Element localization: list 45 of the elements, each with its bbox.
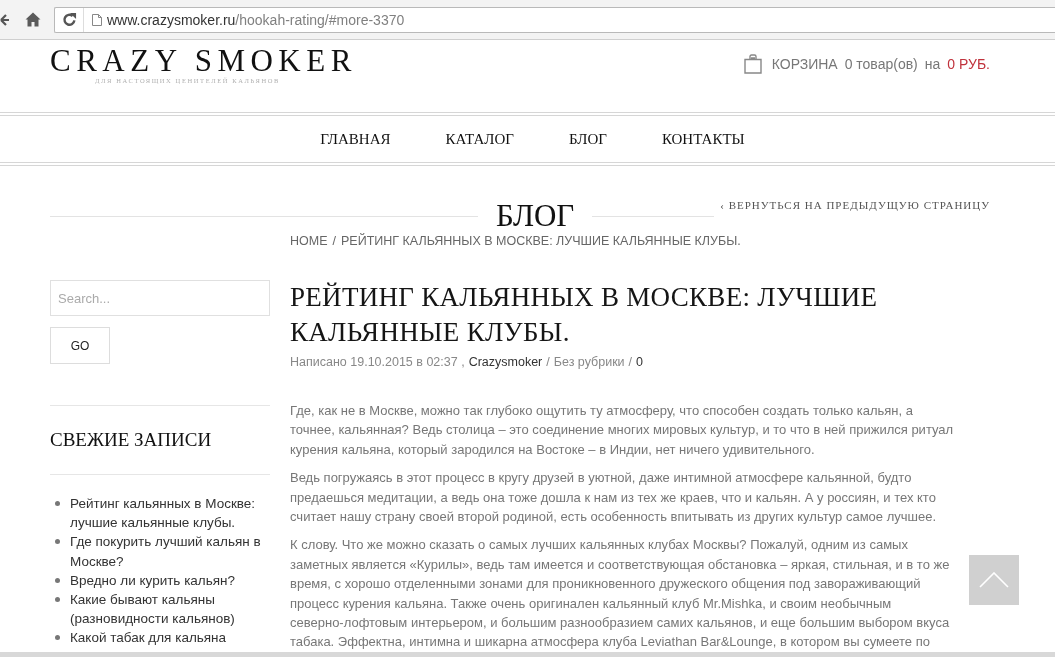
back-link[interactable]: ‹ ВЕРНУТЬСЯ НА ПРЕДЫДУЩУЮ СТРАНИЦУ — [720, 199, 990, 211]
recent-post-link[interactable]: Какие бывают кальяны (разновидности кальянов) — [70, 590, 268, 629]
breadcrumb-current-page: РЕЙТИНГ КАЛЬЯННЫХ В МОСКВЕ: ЛУЧШИЕ КАЛЬЯННЫЕ КЛУБЫ. — [341, 234, 741, 248]
bullet-icon — [55, 577, 60, 583]
url-text: www.crazysmoker.ru/hookah-rating/#more-3370 — [107, 11, 405, 28]
nav-link[interactable]: ГЛАВНАЯ — [320, 130, 391, 148]
cart-connector: на — [924, 56, 941, 72]
recent-post-link[interactable]: Рейтинг кальянных в Москве: лучшие кальянные клубы. — [70, 494, 268, 533]
meta-link[interactable]: 0 — [636, 353, 644, 371]
search-button[interactable]: GO — [50, 327, 110, 364]
meta-text: Написано 19.10.2015 в 02:37 , — [290, 354, 465, 371]
cart-total: 0 РУБ. — [947, 56, 990, 72]
reload-icon[interactable] — [62, 12, 77, 27]
nav-link[interactable]: КАТАЛОГ — [445, 130, 514, 148]
chevron-up-icon — [979, 572, 1009, 588]
home-icon[interactable] — [25, 12, 41, 27]
meta-link[interactable]: Crazysmoker — [468, 353, 543, 371]
breadcrumb-separator: / — [332, 234, 336, 248]
bullet-icon — [55, 539, 60, 545]
address-bar[interactable]: www.crazysmoker.ru/hookah-rating/#more-3370 — [54, 6, 1055, 33]
bullet-icon — [55, 501, 60, 506]
shopping-bag-icon[interactable] — [743, 54, 762, 74]
page-heading: БЛОГ — [494, 199, 576, 233]
search-field[interactable]: Search... — [50, 280, 270, 316]
sidebar-heading: СВЕЖИЕ ЗАПИСИ — [50, 428, 213, 452]
article-title: РЕЙТИНГ КАЛЬЯННЫХ В МОСКВЕ: ЛУЧШИЕ КАЛЬЯННЫЕ КЛУБЫ. — [290, 281, 879, 349]
bullet-icon — [55, 635, 60, 641]
article-paragraph: Ведь погружаясь в этот процесс в кругу друзей в уютной, даже интимной атмосфере кальянной, будто предаешься медитации, а ведь она тоже дошла к нам из тех же краев, что и кальян. А у россиян, и тех кто считает нашу страну своей второй родиной, есть особенность впитывать из других культур самое лучшее. — [290, 469, 938, 527]
recent-post-link[interactable]: Вредно ли курить кальян? — [70, 570, 268, 590]
cart-count: 0 товар(ов) — [844, 56, 918, 72]
bullet-icon — [55, 597, 60, 602]
meta-text: / — [546, 354, 550, 371]
cart-label[interactable]: КОРЗИНА — [771, 56, 838, 72]
recent-post-link[interactable]: Где покурить лучший кальян в Москве? — [70, 532, 268, 571]
breadcrumb-link[interactable]: HOME — [290, 234, 328, 248]
meta-text: Без рубрики — [553, 354, 625, 371]
nav-link[interactable]: БЛОГ — [569, 130, 607, 148]
article-paragraph: К слову. Что же можно сказать о самых лучших кальянных клубах Москвы? Пожалуй, одним из самых заметных является «Курилы», ведь там имеется и соответствующая обстановка – яркая, стильная, и в то же время, с хорошо отделенными зонами для проникновенного дружеского общения под завораживающий процесс курения кальяна. Также очень оригинален кальянный клуб Mr.Mishka, и своим необычным северно-лофтовым интерьером, и большим разнообразием самих кальянов, и еще большим выбором вкуса табака. Эффектна, интимна и шикарна атмосфера клуба Leviathan Bar&Lounge, в котором вы сумеете по — [290, 536, 951, 652]
recent-post-link[interactable]: Какой табак для кальяна — [70, 628, 268, 648]
meta-text: / — [628, 354, 633, 371]
article-paragraph: Где, как не в Москве, можно так глубоко ощутить ту атмосферу, что способен создать только кальян, а точнее, кальянная? Ведь столица – это соединение многих мировых культур, и то что в ней прижился ритуал курения кальяна, который зародился на Востоке – в Индии, нет ничего удивительного. — [290, 402, 955, 459]
nav-link[interactable]: КОНТАКТЫ — [661, 130, 745, 148]
page-icon — [92, 13, 102, 26]
back-arrow-icon[interactable] — [0, 12, 9, 27]
site-logo[interactable]: CRAZY SMOKER — [50, 45, 357, 77]
